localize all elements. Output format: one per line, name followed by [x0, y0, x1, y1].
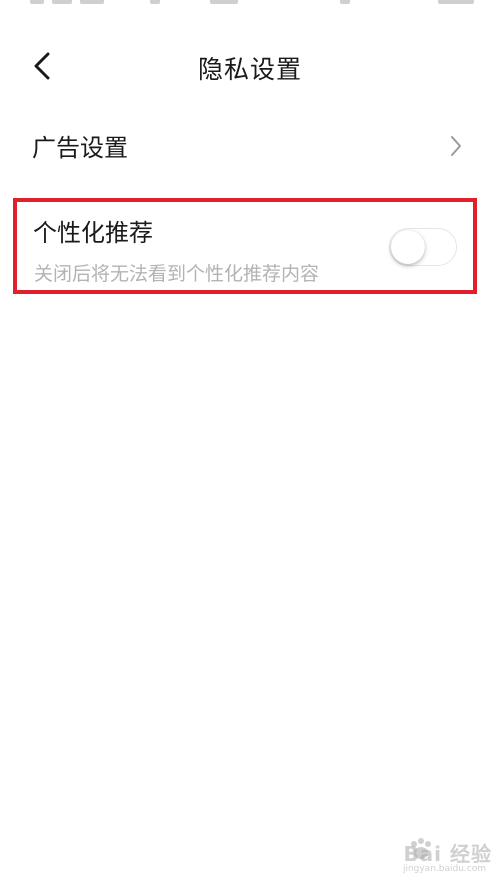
status-icon: [52, 0, 72, 4]
status-bar: [0, 0, 500, 14]
status-icon: [210, 0, 238, 4]
highlight-annotation-box: [13, 198, 477, 294]
status-icon: [30, 0, 44, 4]
status-icon: [150, 0, 160, 4]
page-title: 隐私设置: [197, 55, 302, 84]
ad-settings-row[interactable]: 广告设置: [0, 118, 500, 174]
battery-icon: [438, 0, 474, 4]
header-bar: 隐私设置: [0, 40, 500, 92]
watermark-text: Bai 经验: [403, 842, 492, 866]
status-icon: [80, 0, 104, 4]
status-icon: [340, 0, 350, 4]
watermark-subtext: jingyan.baidu.com: [402, 864, 486, 874]
chevron-right-icon: [451, 136, 461, 156]
ad-settings-label: 广告设置: [32, 134, 128, 162]
watermark: Bai 经验 jingyan.baidu.com: [372, 832, 492, 880]
